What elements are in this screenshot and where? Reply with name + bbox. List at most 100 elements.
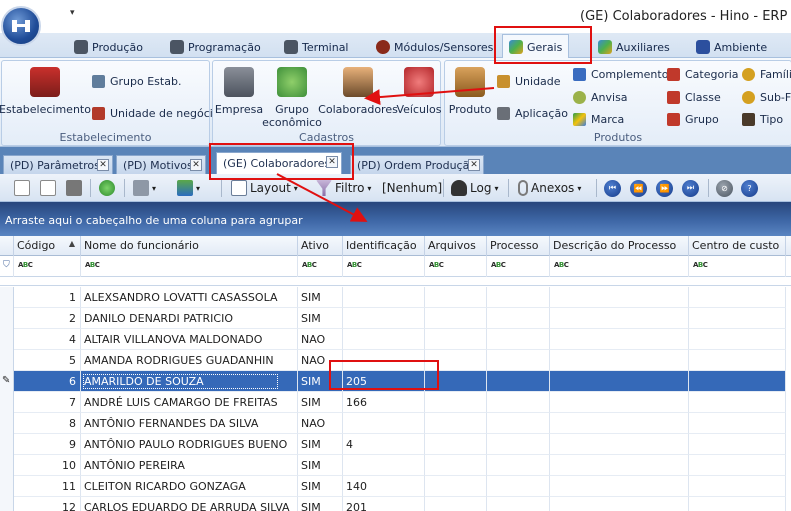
grupo-economico-button[interactable]: Grupo econômico [262,67,322,129]
cell-processo[interactable] [487,287,550,308]
cell-descricao-processo[interactable] [550,476,689,497]
cell-arquivos[interactable] [425,287,487,308]
name-edit-field[interactable]: AMARILDO DE SOUZA [83,374,278,389]
cell-processo[interactable] [487,497,550,511]
grupo-estab-button[interactable]: Grupo Estab. [92,75,181,88]
cell-processo[interactable] [487,371,550,392]
column-header-processo[interactable]: Processo [487,236,550,256]
cell-descricao-processo[interactable] [550,455,689,476]
cell-descricao-processo[interactable] [550,287,689,308]
unidade-button[interactable]: Unidade [497,75,561,88]
column-header-identificacao[interactable]: Identificação [343,236,425,256]
cell-codigo[interactable]: 10 [14,455,81,476]
filter-cell[interactable]: ABC [550,256,689,277]
row-indicator[interactable] [0,392,14,413]
cell-centro-custo[interactable] [689,497,786,511]
tab-ambiente[interactable]: Ambiente [690,36,773,58]
cell-processo[interactable] [487,476,550,497]
cell-ativo[interactable]: NAO [298,413,343,434]
cell-processo[interactable] [487,392,550,413]
cell-arquivos[interactable] [425,413,487,434]
cell-arquivos[interactable] [425,350,487,371]
cell-descricao-processo[interactable] [550,329,689,350]
filter-cell[interactable]: ABC [689,256,786,277]
complemento-button[interactable]: Complemento [573,68,668,81]
cell-nome[interactable]: ALEXSANDRO LOVATTI CASASSOLA [81,287,298,308]
first-record-button[interactable]: ⏮ [604,179,621,197]
cell-centro-custo[interactable] [689,287,786,308]
row-indicator[interactable] [0,476,14,497]
cell-descricao-processo[interactable] [550,434,689,455]
cell-processo[interactable] [487,329,550,350]
cell-ativo[interactable]: NAO [298,350,343,371]
table-row[interactable]: 7 ANDRÉ LUIS CAMARGO DE FREITAS SIM 166 [0,392,791,413]
cell-ativo[interactable]: SIM [298,476,343,497]
cell-codigo[interactable]: 11 [14,476,81,497]
cell-codigo[interactable]: 12 [14,497,81,511]
cell-identificacao[interactable] [343,308,425,329]
tipo-button[interactable]: Tipo [742,113,783,126]
row-indicator[interactable] [0,350,14,371]
anexos-button[interactable]: Anexos ▾ [518,179,581,197]
cell-identificacao[interactable]: 166 [343,392,425,413]
tab-producao[interactable]: Produção [68,36,149,58]
cell-ativo[interactable]: SIM [298,392,343,413]
cell-identificacao[interactable] [343,329,425,350]
edit-pencil-icon[interactable]: ✎ [0,371,14,392]
cell-nome[interactable]: AMARILDO DE SOUZA [81,371,298,392]
cell-ativo[interactable]: SIM [298,308,343,329]
cell-ativo[interactable]: NAO [298,329,343,350]
cell-nome[interactable]: ANDRÉ LUIS CAMARGO DE FREITAS [81,392,298,413]
cell-nome[interactable]: ALTAIR VILLANOVA MALDONADO [81,329,298,350]
doc-tab-parametros[interactable]: (PD) Parâmetros ✕ [3,155,113,174]
cell-nome[interactable]: DANILO DENARDI PATRICIO [81,308,298,329]
help-button[interactable]: ? [741,179,758,197]
column-header-codigo[interactable]: Código ▲ [14,236,81,256]
cell-processo[interactable] [487,455,550,476]
filter-cell[interactable]: ABC [487,256,550,277]
cell-identificacao[interactable] [343,455,425,476]
row-indicator[interactable] [0,455,14,476]
cell-arquivos[interactable] [425,308,487,329]
cell-nome[interactable]: CARLOS EDUARDO DE ARRUDA SILVA [81,497,298,511]
cell-centro-custo[interactable] [689,413,786,434]
table-row[interactable]: 2 DANILO DENARDI PATRICIO SIM [0,308,791,329]
cell-nome[interactable]: AMANDA RODRIGUES GUADANHIN [81,350,298,371]
cell-codigo[interactable]: 7 [14,392,81,413]
empresa-button[interactable]: Empresa [215,67,263,116]
table-row[interactable]: 4 ALTAIR VILLANOVA MALDONADO NAO [0,329,791,350]
cell-centro-custo[interactable] [689,329,786,350]
filter-cell[interactable]: ABC [343,256,425,277]
row-indicator[interactable] [0,434,14,455]
table-row[interactable]: 9 ANTÔNIO PAULO RODRIGUES BUENO SIM 4 [0,434,791,455]
cell-identificacao[interactable]: 140 [343,476,425,497]
app-menu-button[interactable] [1,6,41,46]
cell-identificacao[interactable] [343,413,425,434]
row-indicator[interactable] [0,308,14,329]
row-indicator[interactable] [0,329,14,350]
familia-button[interactable]: Famíli [742,68,791,81]
cell-arquivos[interactable] [425,329,487,350]
cell-centro-custo[interactable] [689,392,786,413]
table-row[interactable]: 10 ANTÔNIO PEREIRA SIM [0,455,791,476]
cell-nome[interactable]: ANTÔNIO FERNANDES DA SILVA [81,413,298,434]
grupo-button[interactable]: Grupo [667,113,719,126]
cell-ativo[interactable]: SIM [298,455,343,476]
filter-cell[interactable]: ABC [425,256,487,277]
doc-tab-colaboradores[interactable]: (GE) Colaboradores ✕ [216,152,342,174]
row-indicator[interactable] [0,497,14,511]
filter-cell[interactable]: ABC [14,256,81,277]
produto-button[interactable]: Produto [447,67,493,116]
cell-processo[interactable] [487,413,550,434]
export-button[interactable]: ▾ [177,179,200,197]
previous-record-button[interactable]: ⏪ [630,179,647,197]
doc-tab-motivos[interactable]: (PD) Motivos ✕ [116,155,206,174]
cell-arquivos[interactable] [425,392,487,413]
group-by-panel[interactable]: Arraste aqui o cabeçalho de uma coluna p… [0,202,791,236]
categoria-button[interactable]: Categoria [667,68,739,81]
cell-identificacao[interactable]: 205 [343,371,425,392]
filter-cell[interactable]: ABC [81,256,298,277]
cell-centro-custo[interactable] [689,455,786,476]
cell-codigo[interactable]: 2 [14,308,81,329]
delete-button[interactable] [66,179,82,197]
